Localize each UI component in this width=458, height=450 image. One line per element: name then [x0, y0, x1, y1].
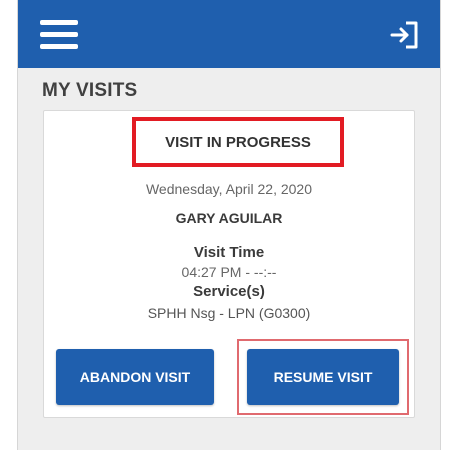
- logout-icon-graphic: [390, 21, 418, 49]
- visit-status-box: VISIT IN PROGRESS: [132, 117, 344, 167]
- top-app-bar: [18, 0, 440, 68]
- visit-time-label: Visit Time: [193, 244, 265, 261]
- page-title: MY VISITS: [42, 80, 138, 101]
- service-label: Service(s): [193, 283, 265, 300]
- logout-icon[interactable]: [388, 18, 422, 52]
- visit-status: VISIT IN PROGRESS: [165, 133, 311, 151]
- visit-date: Wednesday, April 22, 2020: [145, 181, 313, 197]
- resume-visit-button[interactable]: RESUME VISIT: [247, 349, 399, 405]
- menu-line: [40, 44, 78, 49]
- patient-name: GARY AGUILAR: [175, 210, 283, 226]
- visit-time-value: 04:27 PM - --:--: [181, 264, 277, 280]
- service-value: SPHH Nsg - LPN (G0300): [147, 305, 311, 321]
- menu-line: [40, 32, 78, 37]
- visit-card: VISIT IN PROGRESS Wednesday, April 22, 2…: [43, 110, 415, 418]
- hamburger-menu-icon[interactable]: [40, 20, 78, 50]
- abandon-visit-button[interactable]: ABANDON VISIT: [56, 349, 214, 405]
- app-frame: MY VISITS VISIT IN PROGRESS Wednesday, A…: [17, 0, 441, 450]
- menu-line: [40, 20, 78, 25]
